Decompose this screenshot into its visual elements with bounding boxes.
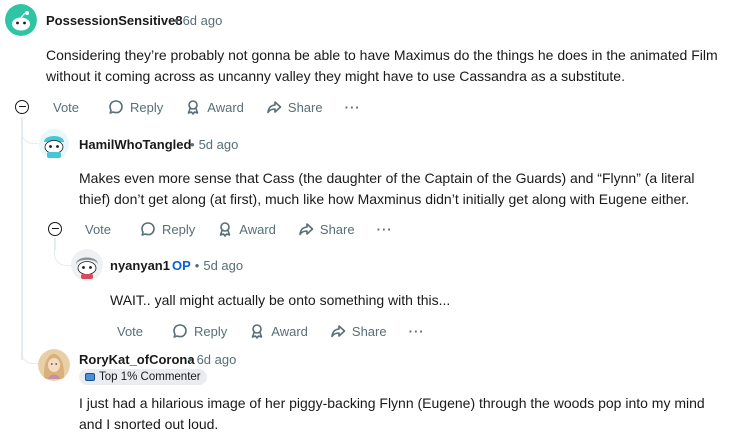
reply-label: Reply <box>194 323 228 339</box>
comment-author[interactable]: HamilWhoTangled <box>79 137 191 152</box>
share-button[interactable]: Share <box>266 99 323 115</box>
share-arrow-icon <box>299 223 314 236</box>
reply-bubble-icon <box>141 222 155 236</box>
reply-button[interactable]: Reply <box>172 323 227 339</box>
thread-line-root <box>21 117 23 360</box>
award-label: Award <box>207 99 244 115</box>
comment-action-bar: Vote Reply Award Share ··· <box>110 319 425 343</box>
comment-body: Considering they’re probably not gonna b… <box>46 47 718 84</box>
vote-group: Vote <box>78 222 118 237</box>
award-icon <box>251 324 263 339</box>
award-icon <box>187 100 199 115</box>
thread-branch-nyanyan <box>54 249 72 266</box>
share-button[interactable]: Share <box>330 323 387 339</box>
award-label: Award <box>239 221 276 237</box>
user-photo-avatar-icon <box>38 349 70 381</box>
reply-label: Reply <box>162 221 196 237</box>
reddit-avatar-icon <box>38 128 70 160</box>
award-button[interactable]: Award <box>217 221 276 237</box>
collapse-thread-button[interactable] <box>48 222 62 236</box>
reply-bubble-icon <box>173 324 187 338</box>
top-commenter-icon <box>85 373 95 381</box>
thread-branch-hamil <box>21 128 39 144</box>
op-badge: OP <box>172 258 191 273</box>
comment-author[interactable]: RoryKat_ofCorona <box>79 352 195 367</box>
share-button[interactable]: Share <box>298 221 355 237</box>
comment-timestamp[interactable]: 6d ago <box>183 13 223 28</box>
vote-group: Vote <box>46 100 86 115</box>
avatar[interactable] <box>38 349 70 381</box>
comment-timestamp[interactable]: 5d ago <box>203 258 243 273</box>
comment-meta: OP • 5d ago <box>172 258 243 273</box>
share-arrow-icon <box>331 325 346 338</box>
comment-meta: • 5d ago <box>186 137 238 152</box>
reply-button[interactable]: Reply <box>108 99 163 115</box>
award-icon <box>219 222 231 237</box>
comment-author[interactable]: PossessionSensitive8 <box>46 13 183 28</box>
comment-body: I just had a hilarious image of her pigg… <box>79 395 705 432</box>
thread-branch-rory <box>21 348 39 364</box>
comment-action-bar: Vote Reply Award Share ··· <box>78 217 393 241</box>
award-button[interactable]: Award <box>185 99 244 115</box>
meta-separator: • <box>174 13 179 28</box>
reply-label: Reply <box>130 99 164 115</box>
user-flair: Top 1% Commenter <box>79 369 207 385</box>
more-options-button[interactable]: ··· <box>409 324 425 339</box>
reddit-avatar-icon <box>5 4 37 36</box>
avatar[interactable] <box>71 249 103 281</box>
share-arrow-icon <box>267 101 282 114</box>
vote-group: Vote <box>110 324 150 339</box>
vote-label: Vote <box>117 323 144 339</box>
avatar[interactable] <box>38 128 70 160</box>
share-label: Share <box>351 323 387 339</box>
comment-body: WAIT.. yall might actually be onto somet… <box>110 292 451 308</box>
reply-bubble-icon <box>109 100 123 114</box>
comment-meta: • 6d ago <box>184 352 236 367</box>
comment-timestamp[interactable]: 5d ago <box>199 137 239 152</box>
award-label: Award <box>271 323 308 339</box>
vote-label: Vote <box>53 99 80 115</box>
comment-timestamp[interactable]: 6d ago <box>197 352 237 367</box>
reply-button[interactable]: Reply <box>140 221 195 237</box>
meta-separator: • <box>190 137 195 152</box>
comment-author[interactable]: nyanyan1 <box>110 258 170 273</box>
more-options-button[interactable]: ··· <box>345 100 361 115</box>
reddit-avatar-icon <box>71 249 103 281</box>
share-label: Share <box>319 221 355 237</box>
meta-separator: • <box>188 352 193 367</box>
comment-action-bar: Vote Reply Award Share ··· <box>46 95 361 119</box>
share-label: Share <box>287 99 323 115</box>
more-options-button[interactable]: ··· <box>377 222 393 237</box>
vote-label: Vote <box>85 221 112 237</box>
meta-separator: • <box>194 258 200 273</box>
comment-body: Makes even more sense that Cass (the dau… <box>79 170 695 207</box>
flair-label: Top 1% Commenter <box>99 371 201 383</box>
collapse-thread-button[interactable] <box>15 100 29 114</box>
comment-meta: • 6d ago <box>170 13 222 28</box>
avatar[interactable] <box>5 4 37 36</box>
award-button[interactable]: Award <box>249 323 308 339</box>
